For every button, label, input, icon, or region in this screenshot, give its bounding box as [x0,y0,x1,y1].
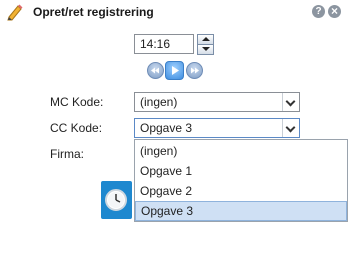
chevron-down-icon[interactable] [282,119,299,137]
play-icon [172,66,179,75]
help-button[interactable]: ? [312,5,325,18]
time-stepper [197,34,214,55]
arrow-down-icon [202,47,210,51]
play-button[interactable] [165,61,184,80]
cc-kode-dropdown-list: (ingen) Opgave 1 Opgave 2 Opgave 3 [134,139,348,222]
dropdown-option[interactable]: Opgave 1 [135,161,347,181]
time-input[interactable]: 14:16 [134,34,194,54]
close-button[interactable]: × [328,5,341,18]
time-down-button[interactable] [197,44,214,55]
mc-kode-select[interactable]: (ingen) [134,92,300,112]
clock-icon [105,189,127,211]
previous-button[interactable] [147,62,164,79]
dropdown-option[interactable]: (ingen) [135,141,347,161]
mc-kode-value: (ingen) [140,95,178,109]
fast-forward-icon [191,67,199,74]
firma-label: Firma: [50,147,84,161]
clock-button[interactable] [101,181,132,219]
dropdown-option-selected[interactable]: Opgave 3 [135,201,347,221]
cc-kode-label: CC Kode: [50,121,103,135]
mc-kode-label: MC Kode: [50,95,104,109]
chevron-down-icon[interactable] [282,93,299,111]
cc-kode-value: Opgave 3 [140,121,193,135]
pencil-icon [6,3,24,21]
dropdown-option[interactable]: Opgave 2 [135,181,347,201]
arrow-up-icon [202,37,210,41]
cc-kode-select[interactable]: Opgave 3 [134,118,300,138]
next-button[interactable] [186,62,203,79]
rewind-icon [151,67,159,74]
dialog-title: Opret/ret registrering [33,5,154,19]
